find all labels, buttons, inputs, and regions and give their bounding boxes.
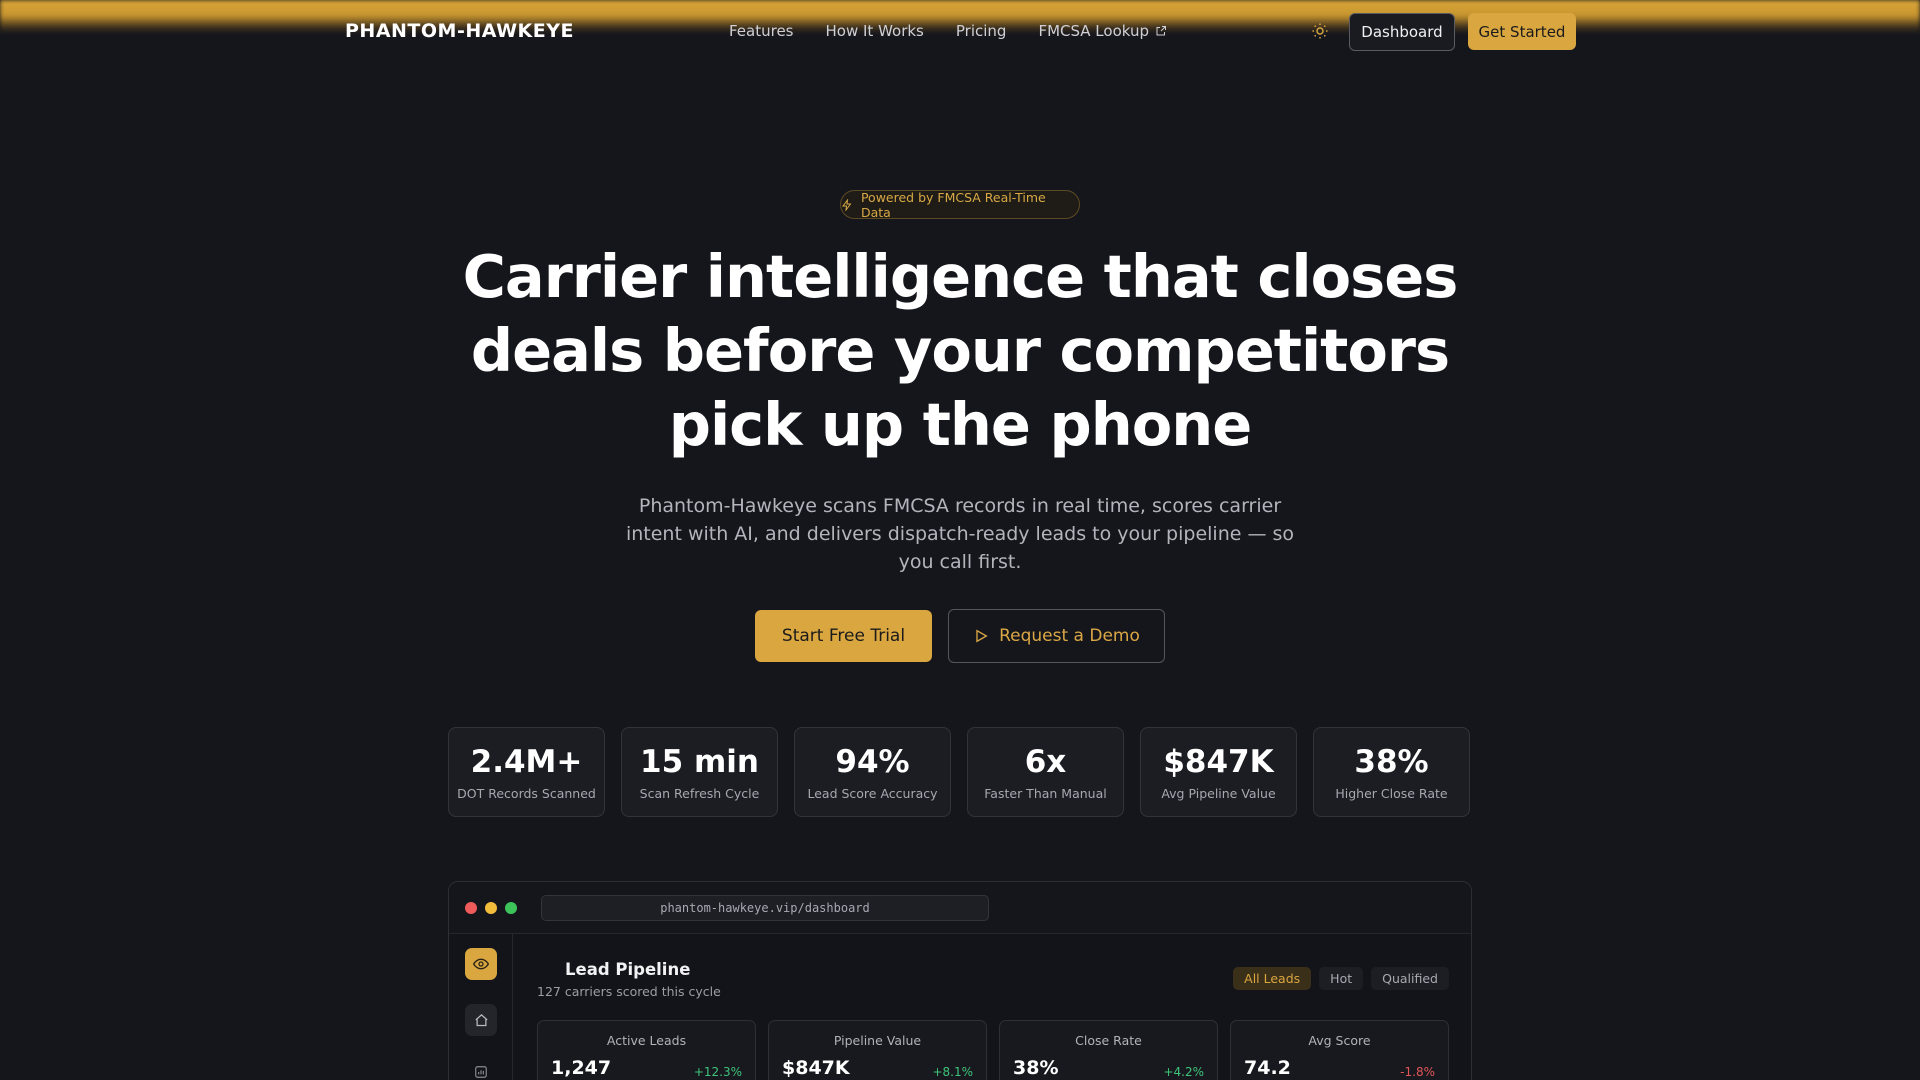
kpi-row: Active Leads 1,247 +12.3% Pipeline Value… <box>537 1020 1449 1080</box>
kpi-card: Pipeline Value $847K +8.1% <box>768 1020 987 1080</box>
kpi-delta: +8.1% <box>932 1065 973 1079</box>
badge-text: Powered by FMCSA Real-Time Data <box>860 189 1046 220</box>
request-demo-button[interactable]: Request a Demo <box>948 609 1165 663</box>
stat-card: 2.4M+ DOT Records Scanned <box>448 727 605 817</box>
stat-value: 2.4M+ <box>470 743 583 780</box>
lead-filters: All Leads Hot Qualified <box>1233 967 1449 990</box>
kpi-delta: +12.3% <box>693 1065 742 1079</box>
hero-headline: Carrier intelligence that closes deals b… <box>460 240 1460 462</box>
stat-card: 15 min Scan Refresh Cycle <box>621 727 778 817</box>
hero-subtitle: Phantom-Hawkeye scans FMCSA records in r… <box>625 495 1295 573</box>
window-close-dot <box>465 902 477 914</box>
preview-content: Lead Pipeline 127 carriers scored this c… <box>513 934 1471 1080</box>
get-started-button[interactable]: Get Started <box>1468 13 1576 50</box>
hero-headline-line3: pick up the phone <box>668 390 1253 459</box>
hero-headline-line2: deals before your competitors <box>470 316 1450 385</box>
nav-link-pricing[interactable]: Pricing <box>956 22 1007 40</box>
stat-label: DOT Records Scanned <box>457 785 596 801</box>
filter-qualified[interactable]: Qualified <box>1371 967 1449 990</box>
kpi-value: 74.2 <box>1244 1057 1291 1079</box>
kpi-value: 1,247 <box>551 1057 612 1079</box>
stats-row: 2.4M+ DOT Records Scanned 15 min Scan Refr… <box>448 727 1470 817</box>
kpi-title: Active Leads <box>606 1033 687 1048</box>
preview-titlebar: phantom-hawkeye.vip/dashboard <box>449 882 1471 934</box>
powered-by-badge: Powered by FMCSA Real-Time Data <box>840 189 1080 220</box>
nav-link-how-it-works[interactable]: How It Works <box>826 22 924 40</box>
home-icon[interactable] <box>465 1004 497 1036</box>
stat-label: Lead Score Accuracy <box>807 785 938 801</box>
kpi-value: 38% <box>1013 1057 1059 1079</box>
stat-label: Higher Close Rate <box>1335 785 1448 801</box>
nav-links: Features How It Works Pricing FMCSA Look… <box>729 22 1167 40</box>
window-maximize-dot <box>505 902 517 914</box>
stat-card: 38% Higher Close Rate <box>1313 727 1470 817</box>
nav-link-fmcsa-lookup[interactable]: FMCSA Lookup <box>1038 22 1167 40</box>
window-minimize-dot <box>485 902 497 914</box>
stat-value: 94% <box>835 743 910 780</box>
filter-hot[interactable]: Hot <box>1319 967 1364 990</box>
kpi-delta: -1.8% <box>1400 1065 1435 1079</box>
stat-label: Avg Pipeline Value <box>1161 785 1276 801</box>
start-free-trial-button[interactable]: Start Free Trial <box>755 610 932 662</box>
kpi-title: Avg Score <box>1308 1033 1371 1048</box>
stat-value: 38% <box>1354 743 1429 780</box>
stat-value: 15 min <box>640 743 759 780</box>
preview-url-bar: phantom-hawkeye.vip/dashboard <box>541 895 989 921</box>
stat-label: Faster Than Manual <box>984 785 1107 801</box>
dashboard-preview-window: phantom-hawkeye.vip/dashboard Lead Pipel… <box>448 881 1472 1080</box>
stat-value: 6x <box>1024 743 1067 780</box>
stat-card: $847K Avg Pipeline Value <box>1140 727 1297 817</box>
eye-icon[interactable] <box>465 948 497 980</box>
logo[interactable]: PHANTOM-HAWKEYE <box>345 20 574 42</box>
filter-all-leads[interactable]: All Leads <box>1233 967 1312 990</box>
kpi-card: Active Leads 1,247 +12.3% <box>537 1020 756 1080</box>
stat-label: Scan Refresh Cycle <box>639 785 760 801</box>
kpi-card: Avg Score 74.2 -1.8% <box>1230 1020 1449 1080</box>
kpi-value: $847K <box>782 1057 850 1079</box>
dashboard-button[interactable]: Dashboard <box>1349 13 1455 51</box>
play-icon <box>976 629 988 643</box>
top-navbar: PHANTOM-HAWKEYE Features How It Works Pr… <box>0 0 1920 64</box>
chart-icon[interactable] <box>465 1056 497 1080</box>
kpi-title: Pipeline Value <box>833 1033 922 1048</box>
stat-card: 6x Faster Than Manual <box>967 727 1124 817</box>
nav-link-fmcsa-label: FMCSA Lookup <box>1038 22 1150 40</box>
sparkle-icon <box>841 198 852 211</box>
kpi-card: Close Rate 38% +4.2% <box>999 1020 1218 1080</box>
external-link-icon <box>1156 26 1167 36</box>
sun-icon[interactable] <box>1311 22 1329 40</box>
kpi-delta: +4.2% <box>1163 1065 1204 1079</box>
nav-link-features[interactable]: Features <box>729 22 794 40</box>
stat-card: 94% Lead Score Accuracy <box>794 727 951 817</box>
lead-pipeline-title: Lead Pipeline <box>565 960 691 979</box>
hero-headline-line1: Carrier intelligence that closes <box>462 242 1459 311</box>
preview-sidebar <box>449 934 513 1080</box>
request-demo-label: Request a Demo <box>999 626 1140 646</box>
stat-value: $847K <box>1163 743 1274 780</box>
kpi-title: Close Rate <box>1075 1033 1142 1048</box>
lead-pipeline-subtitle: 127 carriers scored this cycle <box>537 984 721 999</box>
